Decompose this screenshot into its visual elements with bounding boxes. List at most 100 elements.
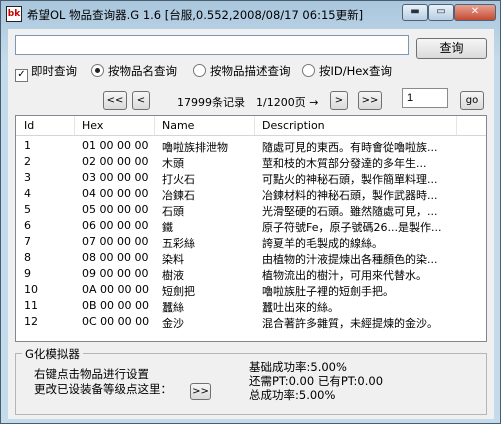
cell-description: 誇夏羊的毛製成的線絲。 bbox=[262, 237, 383, 250]
cell-description: 混合著許多雜質，未經提煉的金沙。 bbox=[262, 317, 438, 330]
cell-description: 隨處可見的東西。有時會從嚕啦族... bbox=[262, 141, 438, 154]
column-divider[interactable] bbox=[254, 116, 255, 135]
equip-level-hint: 更改已设装备等级点这里： bbox=[34, 382, 172, 396]
minimize-button[interactable]: ▬ bbox=[402, 4, 428, 21]
table-row[interactable]: 3 03 00 00 00 打火石 可點火的神秘石頭，製作簡單料理... bbox=[16, 170, 486, 186]
prev-page-button[interactable]: < bbox=[132, 91, 150, 110]
cell-hex: 08 00 00 00 bbox=[82, 251, 149, 264]
cell-id: 9 bbox=[24, 267, 31, 280]
cell-name: 鐵 bbox=[162, 221, 173, 234]
query-button[interactable]: 查询 bbox=[416, 38, 487, 59]
go-button[interactable]: go bbox=[460, 91, 484, 110]
cell-hex: 0C 00 00 00 bbox=[82, 315, 150, 328]
cell-name: 嚕啦族排泄物 bbox=[162, 141, 228, 154]
maximize-button[interactable]: ▭ bbox=[428, 4, 454, 21]
column-divider[interactable] bbox=[154, 116, 155, 135]
cell-id: 12 bbox=[24, 315, 38, 328]
cell-id: 1 bbox=[24, 139, 31, 152]
table-row[interactable]: 6 06 00 00 00 鐵 原子符號Fe，原子號碼26...是製作... bbox=[16, 218, 486, 234]
equip-level-button[interactable]: >> bbox=[190, 383, 211, 400]
table-row[interactable]: 2 02 00 00 00 木頭 莖和枝的木質部分發達的多年生... bbox=[16, 154, 486, 170]
cell-id: 7 bbox=[24, 235, 31, 248]
cell-id: 11 bbox=[24, 299, 38, 312]
cell-hex: 0B 00 00 00 bbox=[82, 299, 150, 312]
cell-description: 原子符號Fe，原子號碼26...是製作... bbox=[262, 221, 442, 234]
table-row[interactable]: 12 0C 00 00 00 金沙 混合著許多雜質，未經提煉的金沙。 bbox=[16, 314, 486, 330]
last-page-button[interactable]: >> bbox=[358, 91, 382, 110]
right-click-hint: 右键点击物品进行设置 bbox=[34, 367, 149, 381]
table-row[interactable]: 4 04 00 00 00 冶鍊石 冶鍊材料的神秘石頭，製作武器時... bbox=[16, 186, 486, 202]
column-divider[interactable] bbox=[456, 116, 457, 135]
cell-description: 嚕啦族肚子裡的短劍手把。 bbox=[262, 285, 394, 298]
radio-by-id-hex-label: 按ID/Hex查询 bbox=[319, 64, 392, 78]
cell-description: 蠶吐出來的絲。 bbox=[262, 301, 339, 314]
cell-hex: 0A 00 00 00 bbox=[82, 283, 150, 296]
cell-id: 10 bbox=[24, 283, 38, 296]
list-header: Id Hex Name Description bbox=[16, 116, 486, 136]
cell-description: 植物流出的樹汁，可用來代替水。 bbox=[262, 269, 427, 282]
radio-by-name[interactable]: 按物品名查询 bbox=[91, 63, 177, 78]
instant-query-checkbox[interactable]: ✓ 即时查询 bbox=[15, 63, 77, 82]
column-header-id[interactable]: Id bbox=[24, 119, 34, 132]
table-row[interactable]: 1 01 00 00 00 嚕啦族排泄物 隨處可見的東西。有時會從嚕啦族... bbox=[16, 138, 486, 154]
radio-by-description-label: 按物品描述查询 bbox=[210, 64, 291, 78]
cell-name: 蠶絲 bbox=[162, 301, 184, 314]
checkbox-box[interactable]: ✓ bbox=[15, 69, 28, 82]
item-list[interactable]: Id Hex Name Description 1 01 00 00 00 嚕啦族排… bbox=[15, 115, 487, 342]
cell-name: 五彩絲 bbox=[162, 237, 195, 250]
radio-by-name-label: 按物品名查询 bbox=[108, 64, 177, 78]
column-header-hex[interactable]: Hex bbox=[82, 119, 103, 132]
radio-by-id-hex[interactable]: 按ID/Hex查询 bbox=[302, 63, 392, 78]
cell-hex: 09 00 00 00 bbox=[82, 267, 149, 280]
cell-hex: 01 00 00 00 bbox=[82, 139, 149, 152]
column-header-name[interactable]: Name bbox=[162, 119, 194, 132]
radio-dot[interactable] bbox=[193, 64, 206, 77]
cell-name: 打火石 bbox=[162, 173, 195, 186]
g-simulator-panel: G化模拟器 右键点击物品进行设置 更改已设装备等级点这里： >> 基础成功率:5… bbox=[15, 346, 487, 415]
cell-id: 4 bbox=[24, 187, 31, 200]
cell-hex: 02 00 00 00 bbox=[82, 155, 149, 168]
cell-id: 5 bbox=[24, 203, 31, 216]
next-page-button[interactable]: > bbox=[330, 91, 348, 110]
column-header-description[interactable]: Description bbox=[262, 119, 325, 132]
cell-name: 樹液 bbox=[162, 269, 184, 282]
cell-hex: 03 00 00 00 bbox=[82, 171, 149, 184]
search-input[interactable] bbox=[15, 35, 409, 55]
column-divider[interactable] bbox=[74, 116, 75, 135]
cell-description: 可點火的神秘石頭，製作簡單料理... bbox=[262, 173, 438, 186]
table-row[interactable]: 7 07 00 00 00 五彩絲 誇夏羊的毛製成的線絲。 bbox=[16, 234, 486, 250]
first-page-button[interactable]: << bbox=[103, 91, 127, 110]
instant-query-label: 即时查询 bbox=[31, 64, 77, 78]
cell-id: 2 bbox=[24, 155, 31, 168]
cell-name: 冶鍊石 bbox=[162, 189, 195, 202]
radio-by-description[interactable]: 按物品描述查询 bbox=[193, 63, 291, 78]
cell-name: 染料 bbox=[162, 253, 184, 266]
page-number-input[interactable] bbox=[402, 88, 448, 108]
table-row[interactable]: 10 0A 00 00 00 短劍把 嚕啦族肚子裡的短劍手把。 bbox=[16, 282, 486, 298]
cell-id: 6 bbox=[24, 219, 31, 232]
cell-name: 石頭 bbox=[162, 205, 184, 218]
title-bar[interactable]: bk 希望OL 物品查询器.G 1.6 [台服,0.552,2008/08/17… bbox=[1, 1, 500, 27]
radio-dot[interactable] bbox=[302, 64, 315, 77]
cell-id: 3 bbox=[24, 171, 31, 184]
client-area: 查询 ✓ 即时查询 按物品名查询 按物品描述查询 按ID/Hex查询 << < 1… bbox=[8, 29, 494, 419]
cell-description: 冶鍊材料的神秘石頭，製作武器時... bbox=[262, 189, 438, 202]
cell-hex: 06 00 00 00 bbox=[82, 219, 149, 232]
g-simulator-title: G化模拟器 bbox=[22, 346, 83, 362]
window-title: 希望OL 物品查询器.G 1.6 [台服,0.552,2008/08/17 06… bbox=[27, 8, 364, 22]
table-row[interactable]: 11 0B 00 00 00 蠶絲 蠶吐出來的絲。 bbox=[16, 298, 486, 314]
cell-description: 莖和枝的木質部分發達的多年生... bbox=[262, 157, 427, 170]
radio-dot[interactable] bbox=[91, 64, 104, 77]
record-count: 17999条记录 bbox=[177, 96, 245, 109]
cell-id: 8 bbox=[24, 251, 31, 264]
cell-name: 短劍把 bbox=[162, 285, 195, 298]
cell-name: 木頭 bbox=[162, 157, 184, 170]
table-row[interactable]: 5 05 00 00 00 石頭 光滑堅硬的石頭。雖然隨處可見，... bbox=[16, 202, 486, 218]
table-row[interactable]: 8 08 00 00 00 染料 由植物的汁液提煉出各種顏色的染... bbox=[16, 250, 486, 266]
close-button[interactable]: ✕ bbox=[454, 4, 496, 21]
table-row[interactable]: 9 09 00 00 00 樹液 植物流出的樹汁，可用來代替水。 bbox=[16, 266, 486, 282]
page-indicator: 1/1200页 → bbox=[256, 96, 319, 109]
app-window: bk 希望OL 物品查询器.G 1.6 [台服,0.552,2008/08/17… bbox=[0, 0, 501, 424]
cell-description: 由植物的汁液提煉出各種顏色的染... bbox=[262, 253, 438, 266]
cell-name: 金沙 bbox=[162, 317, 184, 330]
